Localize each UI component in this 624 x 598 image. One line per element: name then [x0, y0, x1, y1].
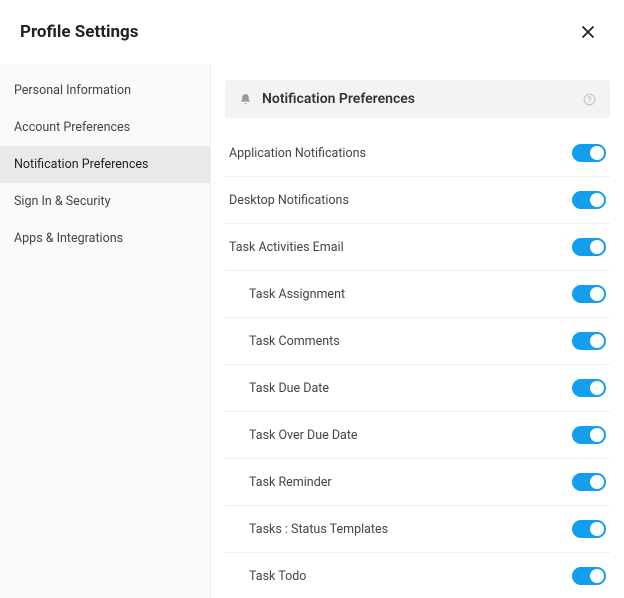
toggle-task-activities-email[interactable] — [572, 238, 606, 256]
toggle-task-comments[interactable] — [572, 332, 606, 350]
setting-task-activities-email: Task Activities Email — [225, 224, 610, 271]
sidebar-item-notification-preferences[interactable]: Notification Preferences — [0, 146, 210, 183]
sidebar: Personal Information Account Preferences… — [0, 64, 211, 598]
setting-task-due-date: Task Due Date — [225, 365, 610, 412]
setting-task-over-due-date: Task Over Due Date — [225, 412, 610, 459]
setting-task-assignment: Task Assignment — [225, 271, 610, 318]
setting-task-comments: Task Comments — [225, 318, 610, 365]
toggle-application-notifications[interactable] — [572, 144, 606, 162]
help-icon[interactable] — [583, 93, 596, 106]
toggle-desktop-notifications[interactable] — [572, 191, 606, 209]
page-title: Profile Settings — [20, 22, 138, 42]
close-button[interactable] — [576, 20, 600, 44]
dialog-body: Personal Information Account Preferences… — [0, 64, 624, 598]
setting-label: Task Comments — [249, 334, 340, 349]
setting-label: Task Todo — [249, 569, 306, 584]
setting-task-reminder: Task Reminder — [225, 459, 610, 506]
setting-label: Task Activities Email — [229, 240, 344, 255]
bell-icon — [239, 93, 252, 106]
toggle-task-over-due-date[interactable] — [572, 426, 606, 444]
main-panel: Notification Preferences Application Not… — [211, 64, 624, 598]
toggle-tasks-status-templates[interactable] — [572, 520, 606, 538]
sidebar-item-personal-information[interactable]: Personal Information — [0, 72, 210, 109]
setting-label: Task Due Date — [249, 381, 329, 396]
section-title: Notification Preferences — [262, 91, 415, 107]
toggle-task-todo[interactable] — [572, 567, 606, 585]
toggle-task-assignment[interactable] — [572, 285, 606, 303]
setting-desktop-notifications: Desktop Notifications — [225, 177, 610, 224]
dialog-header: Profile Settings — [0, 0, 624, 64]
setting-tasks-status-templates: Tasks : Status Templates — [225, 506, 610, 553]
setting-task-todo: Task Todo — [225, 553, 610, 598]
setting-label: Task Assignment — [249, 287, 345, 302]
setting-application-notifications: Application Notifications — [225, 130, 610, 177]
setting-label: Application Notifications — [229, 146, 366, 161]
section-header-left: Notification Preferences — [239, 91, 415, 107]
section-header: Notification Preferences — [225, 80, 610, 118]
toggle-task-due-date[interactable] — [572, 379, 606, 397]
setting-label: Task Reminder — [249, 475, 332, 490]
setting-label: Tasks : Status Templates — [249, 522, 388, 537]
setting-label: Desktop Notifications — [229, 193, 349, 208]
sidebar-item-account-preferences[interactable]: Account Preferences — [0, 109, 210, 146]
sidebar-item-sign-in-security[interactable]: Sign In & Security — [0, 183, 210, 220]
sidebar-item-apps-integrations[interactable]: Apps & Integrations — [0, 220, 210, 257]
setting-label: Task Over Due Date — [249, 428, 358, 443]
toggle-task-reminder[interactable] — [572, 473, 606, 491]
close-icon — [580, 24, 596, 40]
